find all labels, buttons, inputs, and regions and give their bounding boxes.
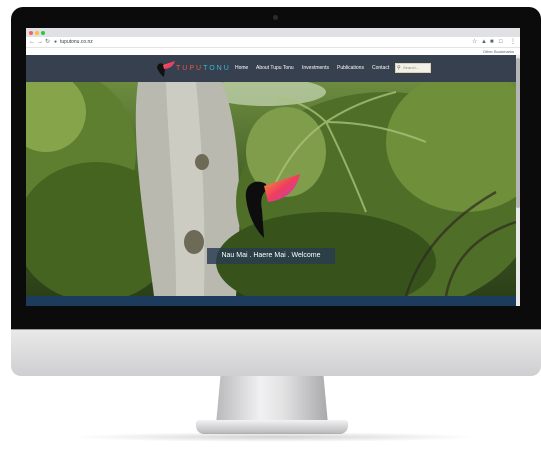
tupu-tonu-logo-icon[interactable] bbox=[154, 60, 176, 78]
menu-icon[interactable]: ⋮ bbox=[510, 37, 516, 47]
hero-banner: Nau Mai . Haere Mai . Welcome bbox=[26, 82, 520, 296]
profile-icon[interactable]: □ bbox=[499, 37, 503, 47]
nav-investments[interactable]: Investments bbox=[302, 64, 329, 73]
scrollbar-thumb[interactable] bbox=[516, 58, 520, 208]
shield-icon[interactable]: ▲ bbox=[481, 37, 487, 47]
close-window-icon[interactable] bbox=[29, 31, 33, 35]
bookmarks-bar bbox=[26, 48, 520, 55]
url-text[interactable]: tuputonu.co.nz bbox=[60, 38, 93, 46]
monitor-stand bbox=[216, 376, 328, 424]
webcam-icon bbox=[273, 15, 278, 20]
bookmark-star-icon[interactable]: ☆ bbox=[472, 37, 477, 47]
monitor-chin bbox=[11, 330, 541, 376]
search-icon[interactable]: ⚲ bbox=[397, 63, 401, 73]
logo-text-tonu: TONU bbox=[203, 65, 231, 72]
screen: ← → ↻ ● tuputonu.co.nz ☆ ▲ ■ □ ⋮ Other B… bbox=[26, 28, 520, 306]
monitor-shadow bbox=[70, 432, 480, 442]
nav-publications[interactable]: Publications bbox=[337, 64, 364, 73]
forward-arrow-icon[interactable]: → bbox=[37, 37, 43, 47]
reload-icon[interactable]: ↻ bbox=[45, 37, 50, 47]
address-bar[interactable] bbox=[26, 37, 520, 48]
nav-home[interactable]: Home bbox=[235, 64, 248, 73]
hero-welcome-caption: Nau Mai . Haere Mai . Welcome bbox=[207, 248, 335, 264]
hero-logo-icon bbox=[245, 174, 300, 238]
minimize-window-icon[interactable] bbox=[35, 31, 39, 35]
lock-icon: ● bbox=[54, 39, 58, 45]
content-band bbox=[26, 296, 520, 306]
other-bookmarks[interactable]: Other Bookmarks bbox=[483, 48, 514, 55]
logo-text-tupu: TUPU bbox=[176, 65, 204, 72]
back-arrow-icon[interactable]: ← bbox=[29, 37, 35, 47]
extensions-icon[interactable]: ■ bbox=[490, 37, 494, 47]
search-placeholder: Search... bbox=[403, 65, 420, 70]
site-logo-text[interactable]: TUPUTONU bbox=[176, 64, 231, 73]
nav-about[interactable]: About Tupu Tonu bbox=[256, 64, 294, 73]
browser-tab-bar bbox=[26, 28, 520, 37]
nav-contact[interactable]: Contact bbox=[372, 64, 389, 73]
maximize-window-icon[interactable] bbox=[41, 31, 45, 35]
